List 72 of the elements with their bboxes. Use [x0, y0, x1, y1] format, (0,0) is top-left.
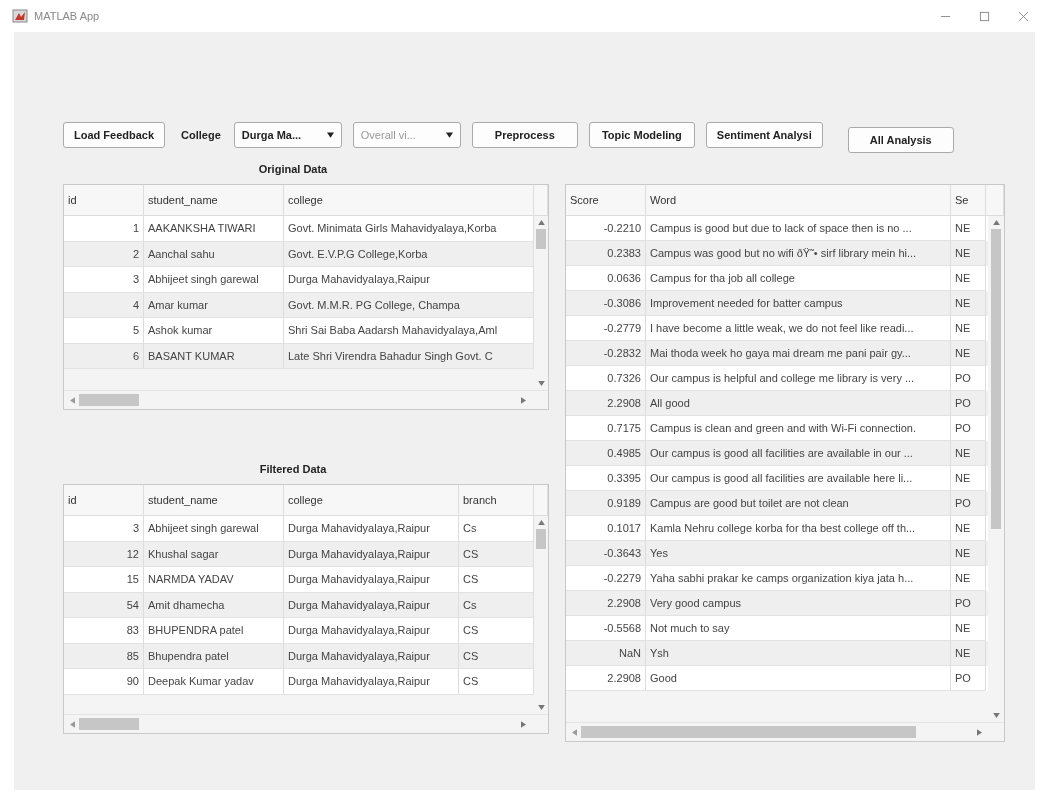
table-cell: 1 [64, 216, 144, 242]
toolbar-button[interactable]: Topic Modeling [588, 122, 695, 148]
horizontal-scrollbar[interactable] [64, 390, 548, 409]
scrollbar-thumb[interactable] [581, 726, 916, 738]
column-header[interactable]: id [64, 185, 144, 215]
table-cell: Deepak Kumar yadav [144, 669, 284, 695]
scroll-right-icon[interactable] [521, 396, 526, 404]
table-cell: 5 [64, 318, 144, 344]
column-header[interactable]: student_name [144, 185, 284, 215]
table-cell: Abhijeet singh garewal [144, 516, 284, 542]
table-cell: Durga Mahavidyalaya,Raipur [284, 567, 459, 593]
horizontal-scrollbar[interactable] [64, 714, 548, 733]
scroll-up-icon[interactable] [537, 520, 545, 525]
table-cell: Durga Mahavidyalaya,Raipur [284, 516, 459, 542]
table-title: Original Data [257, 162, 329, 177]
table-cell: Durga Mahavidyalaya,Raipur [284, 267, 534, 293]
table-cell: Govt. Minimata Girls Mahavidyalaya,Korba [284, 216, 534, 242]
table-cell: AAKANKSHA TIWARI [144, 216, 284, 242]
scroll-up-icon[interactable] [537, 220, 545, 225]
scroll-down-icon[interactable] [992, 713, 1000, 718]
column-header[interactable]: Word [646, 185, 951, 215]
table-cell: Good [646, 666, 951, 691]
scrollbar-thumb[interactable] [79, 718, 139, 730]
scrollbar-thumb[interactable] [79, 394, 139, 406]
horizontal-scrollbar[interactable] [566, 722, 1004, 741]
table-cell: 83 [64, 618, 144, 644]
scrollbar-thumb[interactable] [536, 529, 546, 549]
scroll-up-icon[interactable] [992, 220, 1000, 225]
table-cell: Late Shri Virendra Bahadur Singh Govt. C [284, 343, 534, 369]
table-title: Filtered Data [258, 462, 328, 477]
column-header[interactable]: branch [459, 485, 534, 515]
toolbar-button[interactable]: Preprocess [471, 122, 578, 148]
table-cell: NARMDA YADAV [144, 567, 284, 593]
scroll-down-icon[interactable] [537, 705, 545, 710]
scroll-right-icon[interactable] [521, 720, 526, 728]
column-header[interactable]: Se [951, 185, 986, 215]
column-header[interactable]: Score [566, 185, 646, 215]
scroll-left-icon[interactable] [572, 728, 577, 736]
table-cell: 6 [64, 343, 144, 369]
column-header[interactable]: college [284, 485, 459, 515]
table-cell: Durga Mahavidyalaya,Raipur [284, 669, 459, 695]
table-cell: BHUPENDRA patel [144, 618, 284, 644]
app-icon [12, 8, 28, 24]
toolbar-button[interactable]: Load Feedback [63, 122, 166, 148]
column-header[interactable]: college [284, 185, 534, 215]
scroll-left-icon[interactable] [70, 396, 75, 404]
toolbar-button[interactable]: Sentiment Analysi [705, 122, 823, 148]
college-label: College [181, 129, 221, 141]
table-cell: 15 [64, 567, 144, 593]
table-cell: Durga Mahavidyalaya,Raipur [284, 618, 459, 644]
column-header[interactable]: student_name [144, 485, 284, 515]
maximize-icon[interactable] [979, 10, 990, 22]
scroll-right-icon[interactable] [977, 728, 982, 736]
caret-icon[interactable] [326, 132, 334, 138]
scroll-left-icon[interactable] [70, 720, 75, 728]
column-header[interactable]: id [64, 485, 144, 515]
table-cell: PO [951, 666, 986, 691]
table-cell: Ashok kumar [144, 318, 284, 344]
dropdown[interactable]: Durga Ma... [233, 122, 342, 148]
table-cell: BASANT KUMAR [144, 343, 284, 369]
table-cell: Abhijeet singh garewal [144, 267, 284, 293]
table-cell: 3 [64, 267, 144, 293]
table-cell: 90 [64, 669, 144, 695]
table-cell: 3 [64, 516, 144, 542]
window-title: MATLAB App [34, 10, 100, 22]
table-cell: 2.2908 [566, 666, 646, 691]
scroll-down-icon[interactable] [537, 381, 545, 386]
scrollbar-thumb[interactable] [991, 229, 1001, 529]
close-icon[interactable] [1018, 10, 1029, 22]
table-cell: Shri Sai Baba Aadarsh Mahavidyalaya,Aml [284, 318, 534, 344]
scrollbar-thumb[interactable] [536, 229, 546, 249]
toolbar-button[interactable]: All Analysis [847, 127, 954, 153]
